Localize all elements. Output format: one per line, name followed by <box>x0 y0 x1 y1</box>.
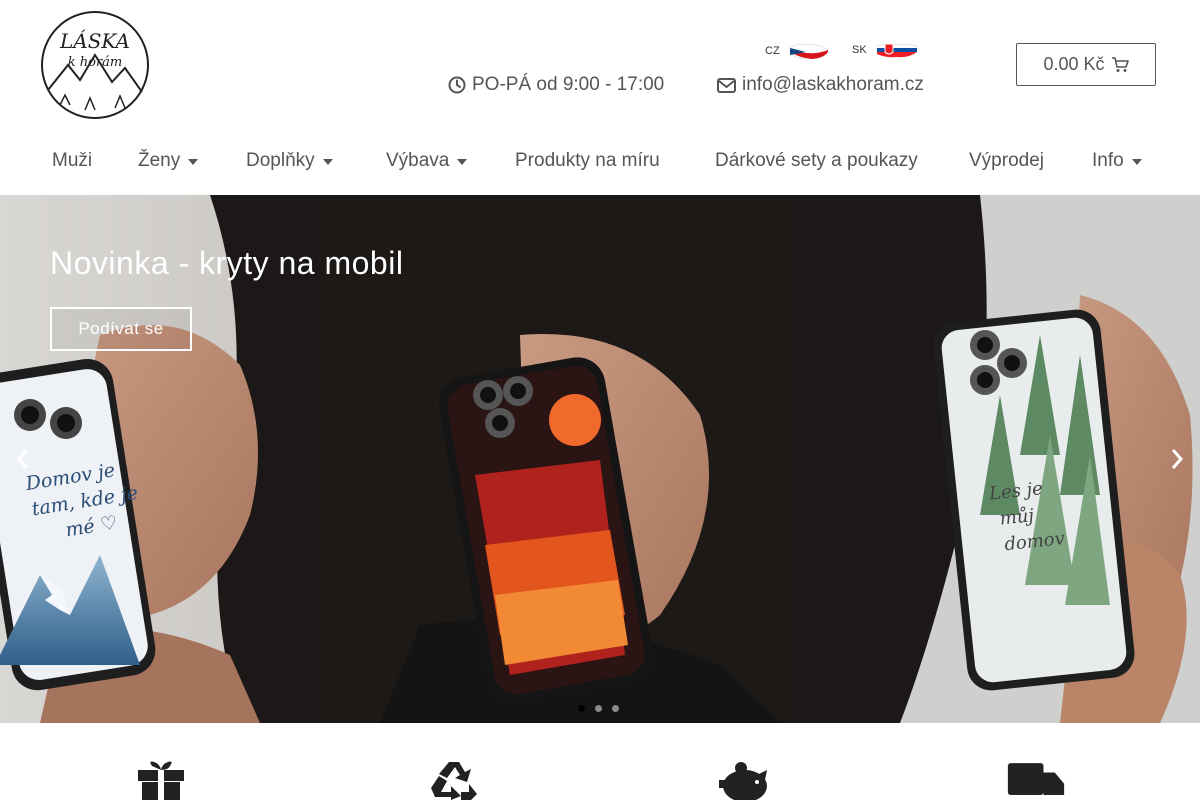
slider-dot-1[interactable] <box>578 705 585 712</box>
feature-delivery <box>1006 760 1066 800</box>
nav-label: Ženy <box>138 150 181 171</box>
caret-down-icon <box>188 159 199 165</box>
czech-flag-icon <box>789 43 828 60</box>
nav-label: Muži <box>52 150 93 171</box>
truck-icon <box>1007 763 1065 795</box>
site-logo[interactable]: LÁSKA k horám <box>40 10 150 120</box>
slider-next-button[interactable] <box>1162 444 1192 474</box>
cart-icon <box>1111 56 1129 72</box>
lang-switch-sk[interactable]: SK <box>852 40 919 60</box>
nav-label: Info <box>1092 150 1124 171</box>
nav-item-produkty-na-miru[interactable]: Produkty na míru <box>515 150 660 172</box>
feature-recycle <box>424 760 484 800</box>
feature-piggy-bank <box>715 760 775 800</box>
nav-label: Doplňky <box>246 150 315 171</box>
caret-down-icon <box>1131 159 1142 165</box>
hours-text: PO-PÁ od 9:00 - 17:00 <box>472 74 665 95</box>
cart-button[interactable]: 0.00 Kč <box>1016 43 1156 86</box>
hero-cta-button[interactable]: Podívat se <box>50 307 192 351</box>
caret-down-icon <box>457 159 468 165</box>
main-nav: Muži Ženy Doplňky Výbava Produkty na mír… <box>0 138 1200 186</box>
email-text: info@laskakhoram.cz <box>742 74 924 95</box>
chevron-right-icon <box>1171 449 1184 469</box>
gift-icon <box>138 761 184 800</box>
nav-label: Výprodej <box>969 150 1044 171</box>
nav-item-vyprodej[interactable]: Výprodej <box>969 150 1044 172</box>
nav-label: Výbava <box>386 150 450 171</box>
slider-prev-button[interactable] <box>8 444 38 474</box>
nav-item-vybava[interactable]: Výbava <box>386 150 468 172</box>
nav-item-doplnky[interactable]: Doplňky <box>246 150 333 172</box>
contact-email[interactable]: info@laskakhoram.cz <box>717 74 924 96</box>
nav-item-info[interactable]: Info <box>1092 150 1142 172</box>
hero-title: Novinka - kryty na mobil <box>50 245 404 281</box>
envelope-icon <box>717 77 736 93</box>
nav-label: Dárkové sety a poukazy <box>715 150 918 171</box>
lang-sk-label: SK <box>852 44 867 56</box>
slider-pagination <box>578 705 619 712</box>
svg-text:můj: můj <box>999 504 1036 530</box>
piggy-bank-icon <box>719 762 767 800</box>
caret-down-icon <box>322 159 333 165</box>
opening-hours: PO-PÁ od 9:00 - 17:00 <box>448 74 664 96</box>
nav-item-zeny[interactable]: Ženy <box>138 150 199 172</box>
recycle-icon <box>431 762 477 800</box>
lang-switch-cz[interactable]: CZ <box>765 40 830 62</box>
nav-label: Produkty na míru <box>515 150 660 171</box>
clock-icon <box>448 76 466 94</box>
svg-text:LÁSKA: LÁSKA <box>59 29 130 53</box>
svg-text:k horám: k horám <box>68 55 123 70</box>
slider-dot-3[interactable] <box>612 705 619 712</box>
slovak-flag-icon <box>876 43 917 58</box>
feature-gift <box>131 760 191 800</box>
nav-item-darkove-sety[interactable]: Dárkové sety a poukazy <box>715 150 918 172</box>
lang-cz-label: CZ <box>765 45 780 57</box>
cart-total: 0.00 Kč <box>1043 54 1105 74</box>
slider-dot-2[interactable] <box>595 705 602 712</box>
chevron-left-icon <box>16 449 29 469</box>
nav-item-muzi[interactable]: Muži <box>52 150 92 172</box>
